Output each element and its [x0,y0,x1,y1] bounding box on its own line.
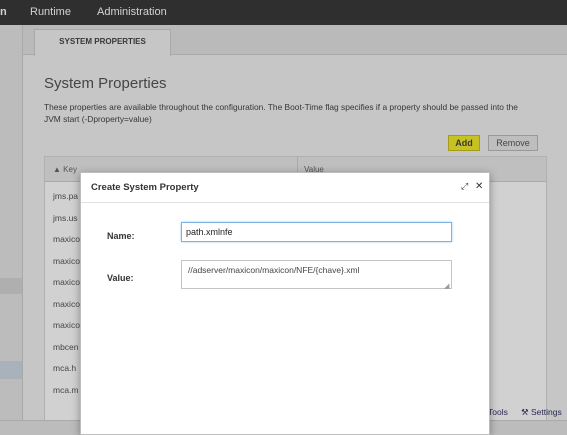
maximize-icon[interactable]: ⤢ [461,181,468,192]
name-input[interactable] [181,222,452,242]
value-textarea[interactable]: //adserver/maxicon/maxicon/NFE/{chave}.x… [181,260,452,289]
close-icon[interactable]: ✕ [475,181,483,192]
resize-grip-icon[interactable]: ◢ [444,282,449,290]
dialog-title: Create System Property [91,182,199,193]
name-label: Name: [107,231,135,241]
create-system-property-dialog: Create System Property ⤢ ✕ Name: Value: … [80,172,490,435]
value-label: Value: [107,273,134,283]
dialog-header: Create System Property ⤢ ✕ [81,173,489,203]
